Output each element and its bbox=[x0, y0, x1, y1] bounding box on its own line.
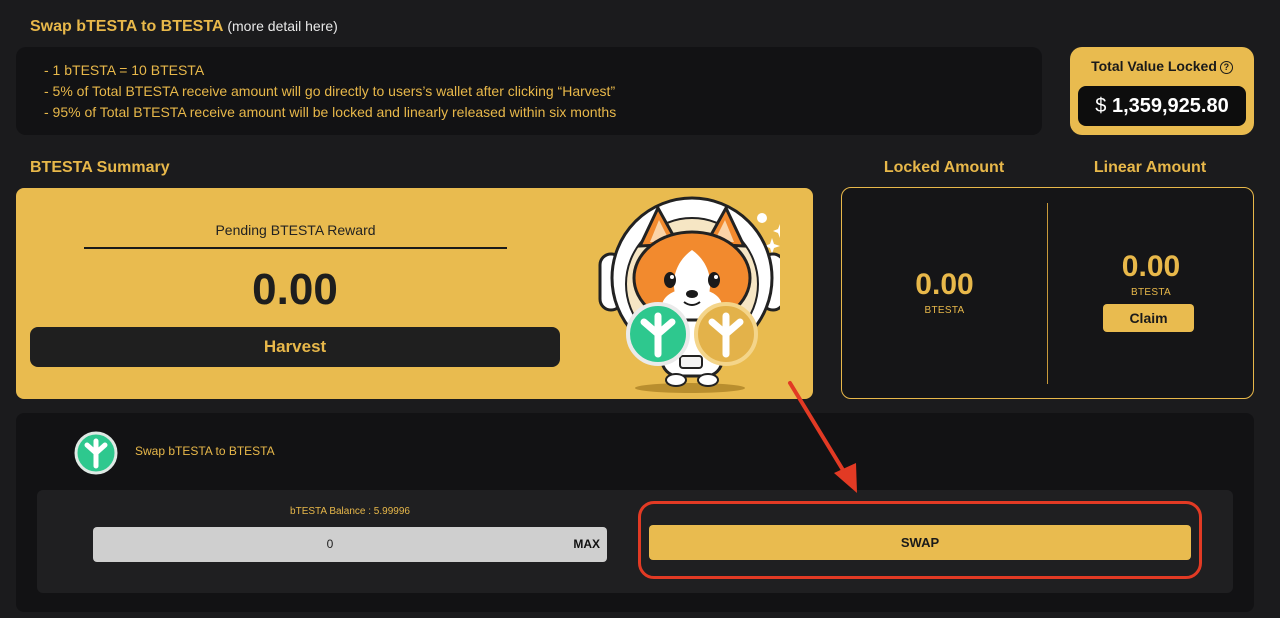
tvl-value: 1,359,925.80 bbox=[1111, 95, 1229, 117]
linear-amount-value: 0.00 bbox=[1121, 250, 1181, 283]
swap-amount-value[interactable]: 0 bbox=[93, 527, 567, 562]
claim-button[interactable]: Claim bbox=[1103, 304, 1194, 332]
page-title: Swap bTESTA to BTESTA (more detail here) bbox=[30, 18, 338, 36]
balance-label: bTESTA Balance : 5.99996 bbox=[290, 506, 410, 517]
total-value-locked-card: Total Value Locked? $ 1,359,925.80 bbox=[1070, 47, 1254, 135]
pending-reward-label: Pending BTESTA Reward bbox=[215, 222, 376, 238]
swap-label: Swap bTESTA to BTESTA bbox=[135, 444, 275, 458]
info-line-direct: - 5% of Total BTESTA receive amount will… bbox=[44, 83, 616, 99]
question-circle-icon[interactable]: ? bbox=[1219, 61, 1233, 74]
locked-amount-value: 0.00 bbox=[915, 268, 974, 301]
locked-linear-card: 0.00 BTESTA 0.00 BTESTA Claim bbox=[841, 187, 1254, 399]
linear-amount-title: Linear Amount bbox=[1093, 159, 1207, 176]
max-button[interactable]: MAX bbox=[573, 527, 600, 562]
page-title-text: Swap bTESTA to BTESTA bbox=[30, 18, 223, 35]
pending-divider bbox=[84, 247, 507, 249]
info-line-locked: - 95% of Total BTESTA receive amount wil… bbox=[44, 104, 617, 120]
more-detail-link[interactable]: (more detail here) bbox=[227, 18, 338, 34]
tvl-title-text: Total Value Locked bbox=[1091, 58, 1217, 74]
harvest-button[interactable]: Harvest bbox=[30, 327, 560, 367]
locked-amount-unit: BTESTA bbox=[924, 305, 965, 316]
swap-amount-input[interactable]: 0 MAX bbox=[93, 527, 607, 562]
red-arrow-annotation bbox=[788, 381, 857, 493]
pending-reward-value: 0.00 bbox=[252, 265, 338, 314]
tvl-title: Total Value Locked? bbox=[1070, 58, 1254, 74]
swap-highlight-ring bbox=[638, 501, 1202, 579]
info-line-rate: - 1 bTESTA = 10 BTESTA bbox=[44, 62, 205, 78]
tvl-value-box: $ 1,359,925.80 bbox=[1078, 86, 1246, 126]
summary-card: Pending BTESTA Reward 0.00 Harvest bbox=[16, 188, 813, 399]
linear-amount-unit: BTESTA bbox=[1131, 287, 1171, 298]
btesta-token-icon bbox=[74, 431, 118, 475]
summary-title: BTESTA Summary bbox=[30, 159, 170, 176]
swap-info-panel: - 1 bTESTA = 10 BTESTA - 5% of Total BTE… bbox=[16, 47, 1042, 135]
locked-amount-title: Locked Amount bbox=[883, 159, 1005, 176]
corgi-astronaut-mascot bbox=[598, 196, 780, 393]
tvl-currency: $ bbox=[1095, 95, 1107, 117]
